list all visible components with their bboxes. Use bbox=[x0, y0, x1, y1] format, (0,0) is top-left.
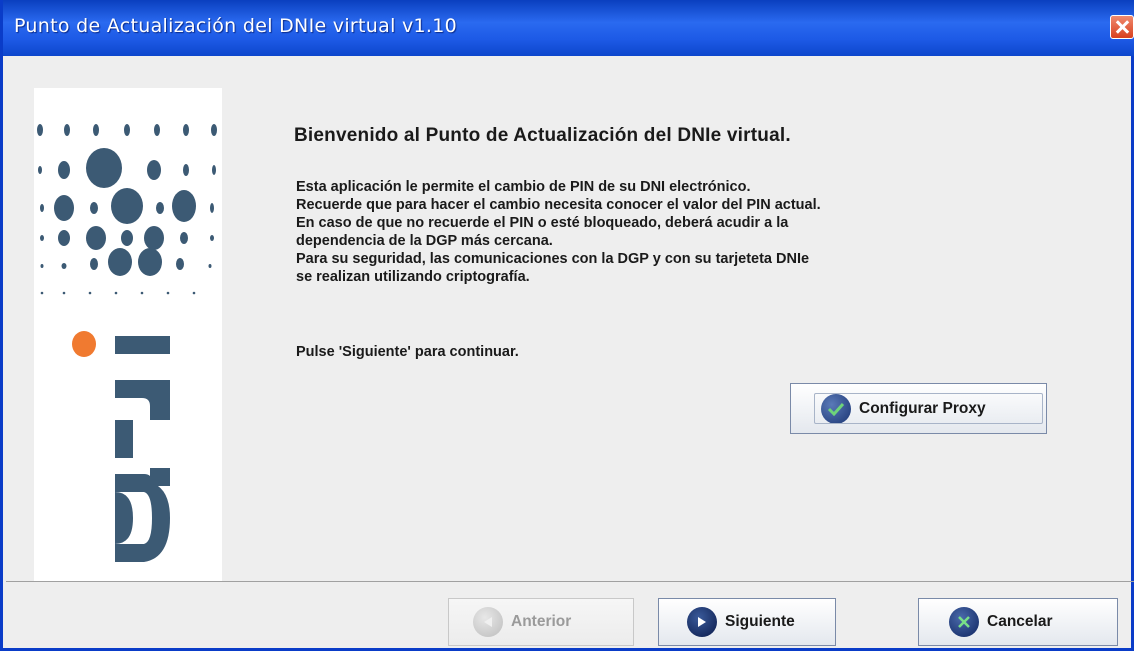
logo-letter-n bbox=[115, 380, 170, 458]
app-window: Punto de Actualización del DNIe virtual … bbox=[0, 0, 1134, 651]
close-button[interactable] bbox=[1110, 15, 1134, 39]
description-line: Para su seguridad, las comunicaciones co… bbox=[296, 251, 810, 267]
description-line: Esta aplicación le permite el cambio de … bbox=[296, 179, 751, 195]
check-icon bbox=[821, 393, 851, 424]
x-icon bbox=[949, 607, 979, 637]
dni-text-logo bbox=[72, 331, 170, 562]
configure-proxy-label: Configurar Proxy bbox=[859, 399, 986, 417]
cancel-button-label: Cancelar bbox=[987, 613, 1053, 630]
next-button-label: Siguiente bbox=[725, 613, 795, 630]
description-line: dependencia de la DGP más cercana. bbox=[296, 233, 553, 249]
logo-bar-i bbox=[115, 336, 170, 354]
continue-instruction: Pulse 'Siguiente' para continuar. bbox=[296, 344, 519, 360]
arrow-right-icon bbox=[687, 607, 717, 637]
description-line: Recuerde que para hacer el cambio necesi… bbox=[296, 197, 821, 213]
logo-letter-d bbox=[115, 468, 170, 562]
next-button[interactable]: Siguiente bbox=[658, 598, 836, 646]
description-line: En caso de que no recuerde el PIN o esté… bbox=[296, 215, 789, 231]
back-button[interactable]: Anterior bbox=[448, 598, 634, 646]
dots-pattern-icon bbox=[37, 124, 217, 295]
welcome-title: Bienvenido al Punto de Actualización del… bbox=[294, 125, 791, 146]
back-button-label: Anterior bbox=[511, 613, 572, 630]
dni-logo-panel bbox=[34, 88, 222, 582]
description-line: se realizan utilizando criptografía. bbox=[296, 269, 530, 285]
window-title: Punto de Actualización del DNIe virtual … bbox=[14, 15, 458, 37]
footer-divider bbox=[6, 581, 1134, 582]
title-bar[interactable]: Punto de Actualización del DNIe virtual … bbox=[3, 0, 1134, 56]
logo-orange-dot bbox=[72, 331, 96, 357]
arrow-left-icon bbox=[473, 607, 503, 637]
cancel-button[interactable]: Cancelar bbox=[918, 598, 1118, 646]
configure-proxy-button[interactable]: Configurar Proxy bbox=[790, 383, 1047, 434]
description-text: Esta aplicación le permite el cambio de … bbox=[296, 178, 821, 286]
